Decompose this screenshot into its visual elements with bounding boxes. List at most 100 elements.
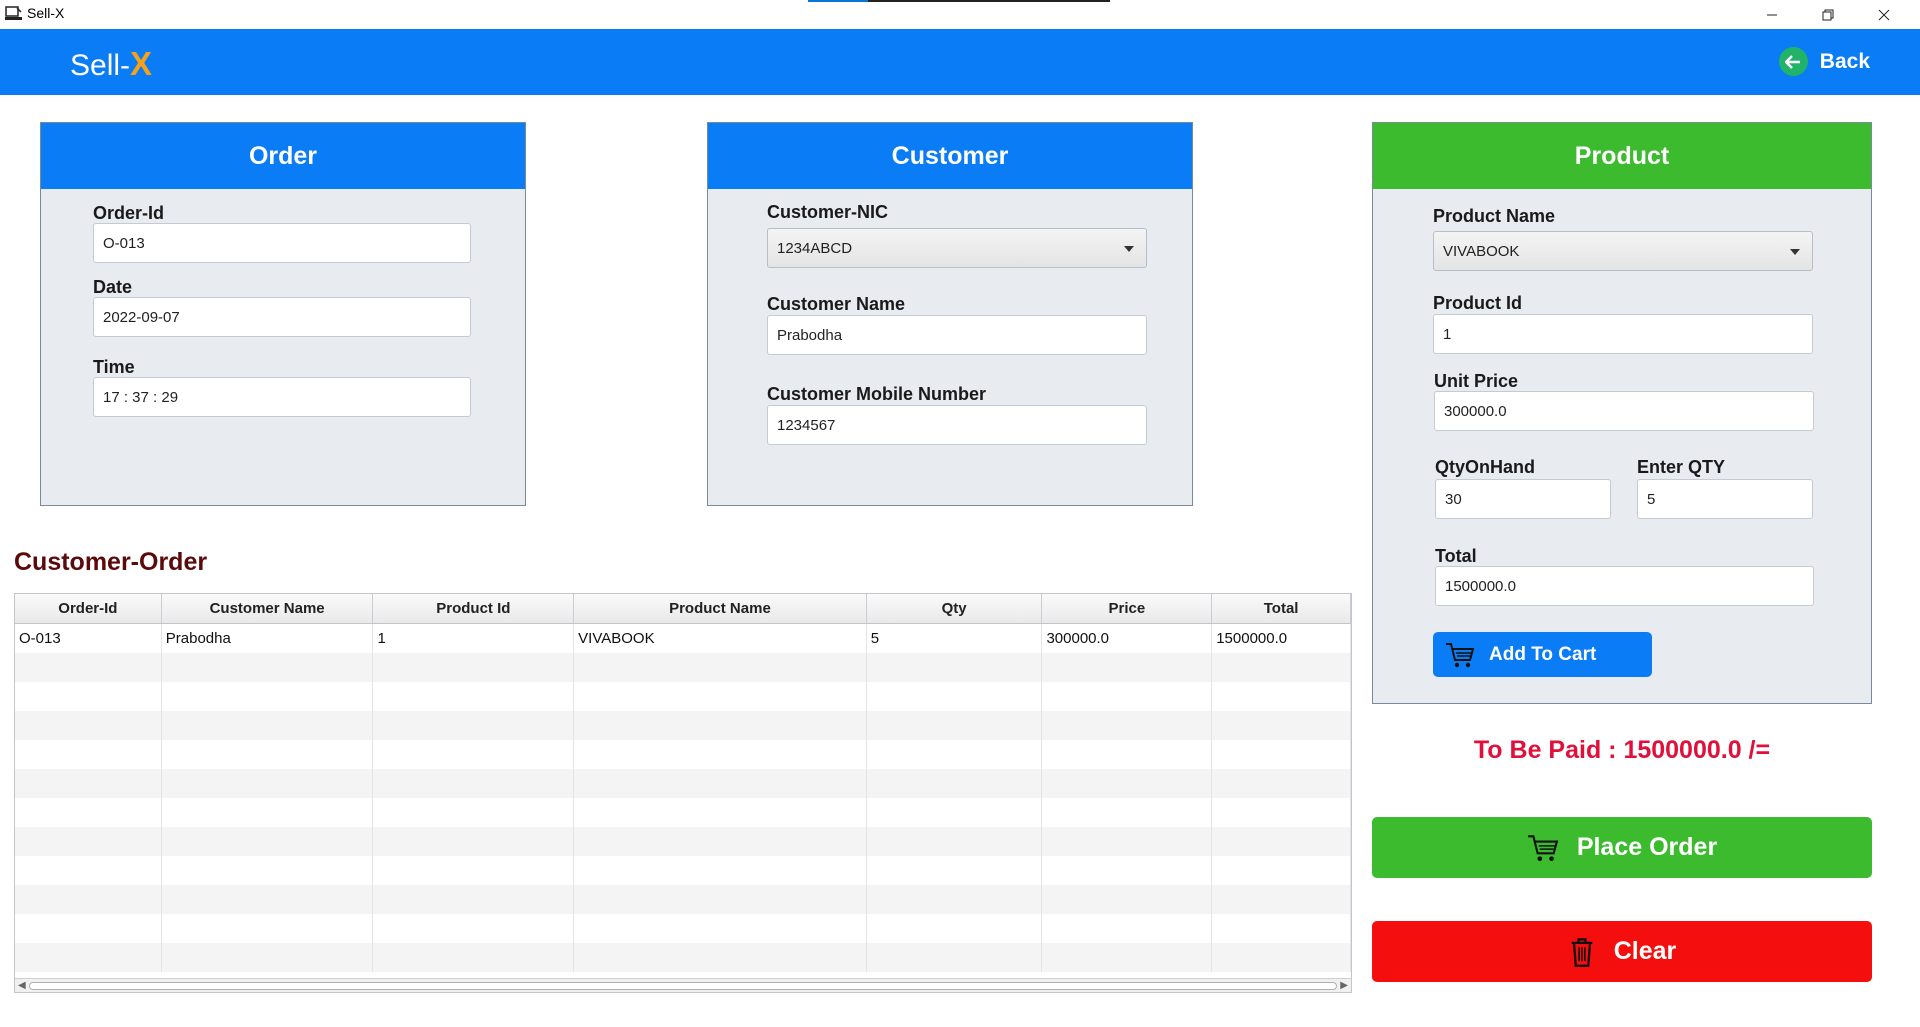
table-cell	[15, 653, 162, 682]
product-id-field[interactable]: 1	[1433, 314, 1813, 354]
column-header[interactable]: Order-Id	[15, 594, 162, 623]
table-cell	[162, 856, 374, 885]
customer-order-table[interactable]: Order-Id Customer Name Product Id Product N…	[14, 593, 1352, 993]
column-header[interactable]: Product Id	[373, 594, 575, 623]
minimize-button[interactable]	[1744, 0, 1800, 29]
table-cell	[1212, 856, 1351, 885]
table-cell	[867, 856, 1043, 885]
customer-order-title: Customer-Order	[14, 548, 208, 576]
table-cell	[1042, 914, 1213, 943]
table-cell	[15, 798, 162, 827]
order-id-field[interactable]: O-013	[93, 223, 471, 263]
table-row[interactable]	[15, 711, 1351, 740]
table-cell	[373, 711, 575, 740]
total-field[interactable]: 1500000.0	[1435, 566, 1814, 606]
time-field[interactable]: 17 : 37 : 29	[93, 377, 471, 417]
column-header[interactable]: Qty	[867, 594, 1043, 623]
table-cell	[1042, 856, 1213, 885]
table-row[interactable]	[15, 856, 1351, 885]
window-title: Sell-X	[27, 5, 65, 21]
product-name-label: Product Name	[1433, 206, 1556, 226]
clear-label: Clear	[1613, 937, 1677, 965]
order-panel-title: Order	[41, 123, 525, 189]
table-cell	[867, 682, 1043, 711]
column-header[interactable]: Price	[1042, 594, 1213, 623]
table-cell	[867, 740, 1043, 769]
horizontal-scrollbar[interactable]: ◀ ▶	[15, 978, 1351, 992]
table-cell: Prabodha	[162, 624, 374, 653]
close-icon	[1878, 9, 1890, 20]
column-header[interactable]: Product Name	[574, 594, 867, 623]
table-cell	[1042, 740, 1213, 769]
table-cell	[1042, 885, 1213, 914]
customer-name-field[interactable]: Prabodha	[767, 315, 1147, 355]
enter-qty-field[interactable]: 5	[1637, 479, 1813, 519]
table-cell	[1212, 740, 1351, 769]
restore-icon	[1822, 9, 1834, 20]
minimize-icon	[1767, 14, 1777, 15]
table-row[interactable]: O-013 Prabodha 1 VIVABOOK 5 300000.0 1500000.0	[15, 624, 1351, 653]
date-label: Date	[93, 277, 133, 297]
table-cell	[15, 914, 162, 943]
table-cell	[15, 769, 162, 798]
customer-panel: Customer Customer-NIC 1234ABCD Customer …	[707, 122, 1193, 506]
scroll-right-icon[interactable]: ▶	[1340, 980, 1348, 991]
table-cell	[574, 943, 867, 972]
table-cell	[574, 769, 867, 798]
table-row[interactable]	[15, 827, 1351, 856]
table-cell	[867, 885, 1043, 914]
unit-price-label: Unit Price	[1434, 371, 1519, 391]
table-cell	[1212, 711, 1351, 740]
place-order-button[interactable]: Place Order	[1372, 817, 1872, 878]
customer-mobile-field[interactable]: 1234567	[767, 405, 1147, 445]
scroll-left-icon[interactable]: ◀	[18, 980, 26, 991]
clear-button[interactable]: Clear	[1372, 921, 1872, 982]
table-cell: VIVABOOK	[574, 624, 867, 653]
column-header[interactable]: Customer Name	[162, 594, 374, 623]
table-cell	[1042, 769, 1213, 798]
qty-on-hand-field[interactable]: 30	[1435, 479, 1611, 519]
customer-nic-select[interactable]: 1234ABCD	[767, 228, 1147, 268]
restore-button[interactable]	[1800, 0, 1856, 29]
table-cell	[1042, 682, 1213, 711]
chevron-down-icon	[1124, 246, 1134, 252]
table-header: Order-Id Customer Name Product Id Product N…	[15, 594, 1351, 624]
table-cell	[574, 740, 867, 769]
scrollbar-thumb[interactable]	[29, 982, 1337, 990]
customer-nic-label: Customer-NIC	[767, 202, 889, 222]
place-order-label: Place Order	[1576, 833, 1718, 861]
customer-name-label: Customer Name	[767, 294, 906, 314]
table-row[interactable]	[15, 885, 1351, 914]
table-cell	[162, 885, 374, 914]
time-label: Time	[93, 357, 135, 377]
app-header: Sell-X Back	[0, 29, 1920, 95]
table-cell	[15, 740, 162, 769]
brand-logo: Sell-X	[70, 45, 152, 83]
back-label: Back	[1819, 49, 1870, 73]
table-row[interactable]	[15, 653, 1351, 682]
column-header[interactable]: Total	[1212, 594, 1351, 623]
add-to-cart-label: Add To Cart	[1489, 643, 1597, 665]
date-field[interactable]: 2022-09-07	[93, 297, 471, 337]
product-name-select[interactable]: VIVABOOK	[1433, 231, 1813, 271]
table-cell	[867, 914, 1043, 943]
close-button[interactable]	[1856, 0, 1912, 29]
table-row[interactable]	[15, 943, 1351, 972]
table-cell	[574, 682, 867, 711]
table-cell	[1212, 885, 1351, 914]
table-row[interactable]	[15, 740, 1351, 769]
unit-price-field[interactable]: 300000.0	[1434, 391, 1814, 431]
table-row[interactable]	[15, 682, 1351, 711]
table-cell	[574, 856, 867, 885]
table-cell	[1212, 943, 1351, 972]
table-row[interactable]	[15, 914, 1351, 943]
table-cell	[867, 943, 1043, 972]
back-arrow-icon	[1778, 47, 1808, 76]
table-row[interactable]	[15, 769, 1351, 798]
to-be-paid-text: To Be Paid : 1500000.0 /=	[1473, 736, 1771, 764]
table-cell	[162, 711, 374, 740]
table-cell	[162, 740, 374, 769]
back-button[interactable]: Back	[1778, 47, 1870, 76]
table-row[interactable]	[15, 798, 1351, 827]
add-to-cart-button[interactable]: Add To Cart	[1433, 632, 1652, 677]
